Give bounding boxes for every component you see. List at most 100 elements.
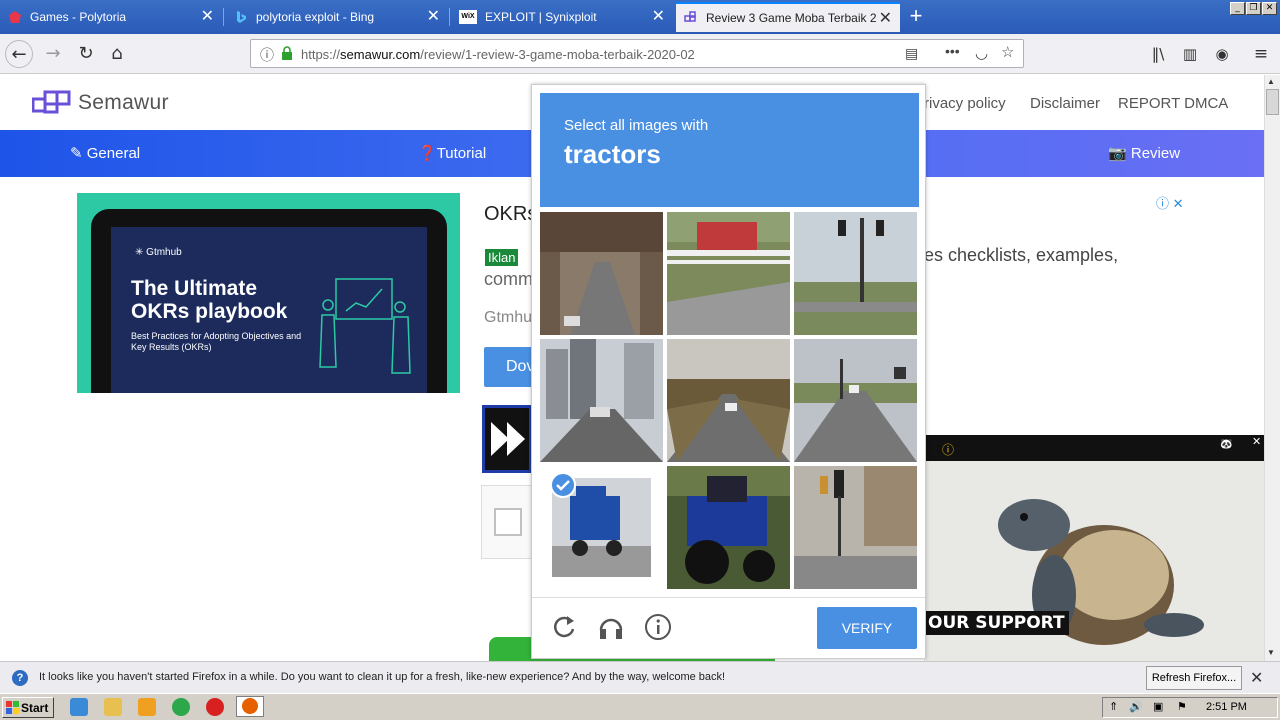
info-icon[interactable]: ⓘ <box>260 45 274 65</box>
info-icon[interactable] <box>643 612 673 642</box>
ad-title[interactable]: OKRs <box>484 203 537 226</box>
adchoices-icon[interactable]: ⓘ <box>942 441 954 458</box>
reload-button[interactable]: ↻ <box>72 40 100 68</box>
captcha-tile-selected[interactable] <box>540 466 663 589</box>
wix-icon: WiX <box>459 10 477 24</box>
ad-download-button[interactable]: Dov <box>484 347 534 387</box>
close-ad-icon[interactable]: ✕ <box>1252 435 1261 448</box>
edit-icon: ✎ <box>70 145 87 162</box>
site-logo[interactable]: Semawur <box>32 89 169 117</box>
file-explorer-icon[interactable] <box>104 698 122 716</box>
ad-brand: ✳ Gtmhub <box>135 247 182 258</box>
semawur-logo-icon <box>32 90 71 114</box>
captcha-tile[interactable] <box>667 212 790 335</box>
windows-logo-icon <box>6 701 20 718</box>
pocket-icon[interactable]: ◡ <box>975 44 988 62</box>
captcha-tile[interactable] <box>794 212 917 335</box>
close-notification-icon[interactable]: ✕ <box>1250 668 1263 688</box>
close-tab-icon[interactable]: ✕ <box>201 9 214 25</box>
fast-forward-icon[interactable] <box>482 405 532 473</box>
refresh-firefox-button[interactable]: Refresh Firefox... <box>1146 666 1242 690</box>
firefox-notification-bar: ? It looks like you haven't started Fire… <box>0 661 1280 693</box>
bookmark-star-icon[interactable]: ☆ <box>1001 43 1014 61</box>
system-tray: ⇑ 🔊 ▣ ⚑ <box>1102 697 1278 718</box>
opera-icon[interactable] <box>206 698 224 716</box>
camera-icon: 📷 <box>1108 145 1131 162</box>
turtle-banner-ad[interactable]: ⓘ 🐼 ✕ OUR SUPPORT <box>924 435 1264 661</box>
url-text: https://semawur.com/review/1-review-3-ga… <box>301 47 695 62</box>
disclaimer-link[interactable]: Disclaimer <box>1030 95 1100 112</box>
selected-check-icon <box>550 472 576 498</box>
tab-review-moba[interactable]: Review 3 Game Moba Terbaik 2020 ✕ <box>676 2 900 32</box>
captcha-header: Select all images with tractors <box>540 93 919 207</box>
new-tab-button[interactable]: + <box>904 4 928 28</box>
minimize-button[interactable]: _ <box>1230 2 1245 15</box>
lock-icon <box>281 46 293 66</box>
tab-bing[interactable]: polytoria exploit - Bing ✕ <box>226 2 448 32</box>
navigation-toolbar: ← → ↻ ⌂ ⓘ https://semawur.com/review/1-r… <box>0 34 1280 74</box>
privacy-policy-link[interactable]: rivacy policy <box>924 95 1006 112</box>
back-button[interactable]: ← <box>5 40 33 68</box>
menu-review[interactable]: 📷 Review <box>1108 144 1180 162</box>
tab-title: EXPLOIT | Synixploit <box>485 10 597 24</box>
tray-arrow-icon[interactable]: ⇑ <box>1109 700 1118 713</box>
reload-icon[interactable] <box>549 612 579 642</box>
tab-synixploit[interactable]: WiX EXPLOIT | Synixploit ✕ <box>451 2 673 32</box>
scroll-down-arrow[interactable]: ▼ <box>1267 648 1275 657</box>
sidebar-icon[interactable]: ▥ <box>1176 40 1204 68</box>
windows-taskbar: Start ⇑ 🔊 ▣ ⚑ 2:51 PM <box>0 693 1280 720</box>
recaptcha-checkbox[interactable] <box>494 508 522 536</box>
url-bar[interactable]: ⓘ https://semawur.com/review/1-review-3-… <box>250 39 1024 68</box>
menu-tutorial[interactable]: ❓Tutorial <box>418 144 486 162</box>
question-icon: ? <box>12 670 28 686</box>
report-dmca-link[interactable]: REPORT DMCA <box>1118 95 1228 112</box>
captcha-tile[interactable] <box>667 339 790 462</box>
close-tab-icon[interactable]: ✕ <box>652 9 665 25</box>
captcha-target: tractors <box>564 139 661 169</box>
scroll-thumb[interactable] <box>1266 89 1279 115</box>
forward-button[interactable]: → <box>39 40 67 68</box>
okr-banner-ad[interactable]: ✳ Gtmhub The Ultimate OKRs playbook Best… <box>77 193 460 393</box>
question-circle-icon: ❓ <box>418 145 437 162</box>
media-player-icon[interactable] <box>138 698 156 716</box>
ad-headline: The Ultimate OKRs playbook <box>131 277 288 323</box>
polytoria-icon <box>8 10 22 24</box>
maximize-button[interactable]: ❐ <box>1246 2 1261 15</box>
reader-view-icon[interactable]: ▤ <box>905 45 918 62</box>
scroll-up-arrow[interactable]: ▲ <box>1267 77 1275 86</box>
bing-icon <box>234 10 248 24</box>
verify-button[interactable]: VERIFY <box>817 607 917 649</box>
close-tab-icon[interactable]: ✕ <box>427 9 440 25</box>
recaptcha-checkbox-widget <box>481 485 533 559</box>
tab-bar: Games - Polytoria ✕ polytoria exploit - … <box>0 0 1280 34</box>
semawur-icon <box>684 11 698 25</box>
firefox-taskbar-button[interactable] <box>236 696 264 717</box>
menu-general[interactable]: ✎ General <box>70 144 140 162</box>
captcha-tile[interactable] <box>794 466 917 589</box>
network-icon[interactable]: ▣ <box>1153 700 1163 713</box>
captcha-tile[interactable] <box>540 339 663 462</box>
start-button[interactable]: Start <box>2 697 54 718</box>
menu-icon[interactable]: ≡ <box>1247 40 1275 68</box>
volume-icon[interactable]: 🔊 <box>1129 700 1143 713</box>
page-actions-icon[interactable]: ••• <box>945 43 960 59</box>
captcha-tile[interactable] <box>667 466 790 589</box>
tab-title: Games - Polytoria <box>30 10 127 24</box>
wwf-logo-icon: 🐼 <box>1220 439 1233 450</box>
account-icon[interactable]: ◉ <box>1208 40 1236 68</box>
close-window-button[interactable]: ✕ <box>1262 2 1277 15</box>
close-tab-icon[interactable]: ✕ <box>879 11 892 27</box>
captcha-tile[interactable] <box>540 212 663 335</box>
flag-icon[interactable]: ⚑ <box>1177 700 1187 713</box>
captcha-tile[interactable] <box>794 339 917 462</box>
internet-explorer-icon[interactable] <box>70 698 88 716</box>
chrome-icon[interactable] <box>172 698 190 716</box>
page-scrollbar[interactable]: ▲ ▼ <box>1264 75 1280 661</box>
tab-polytoria[interactable]: Games - Polytoria ✕ <box>0 2 222 32</box>
library-icon[interactable]: ‖\ <box>1144 40 1172 68</box>
audio-challenge-icon[interactable] <box>596 612 626 642</box>
clock: 2:51 PM <box>1206 701 1247 713</box>
adchoices-icon[interactable]: ⓘ ✕ <box>1156 193 1184 212</box>
home-button[interactable]: ⌂ <box>103 40 131 68</box>
captcha-prompt: Select all images with <box>564 117 709 134</box>
